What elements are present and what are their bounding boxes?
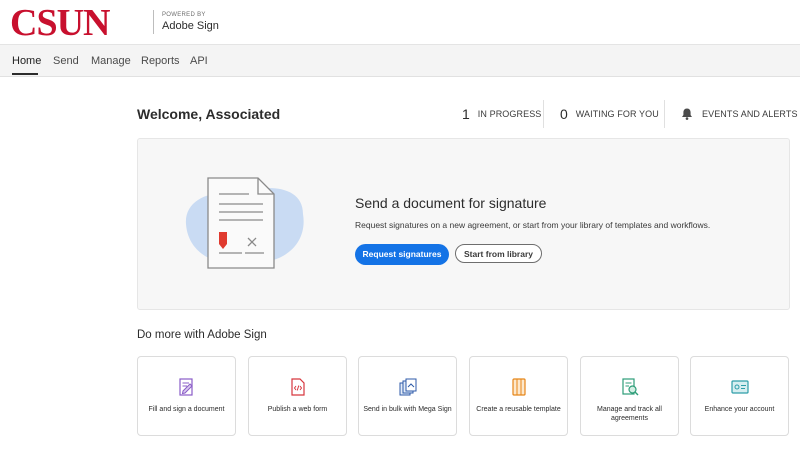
tile-label: Enhance your account: [704, 406, 775, 413]
events-alerts-stat[interactable]: EVENTS AND ALERTS: [680, 104, 798, 124]
waiting-count: 0: [560, 106, 568, 122]
waiting-for-you-stat[interactable]: 0 WAITING FOR YOU: [560, 104, 659, 124]
stat-divider: [543, 100, 544, 128]
app-header: CSUN POWERED BY Adobe Sign: [0, 0, 800, 44]
tile-fill-and-sign[interactable]: Fill and sign a document: [137, 356, 236, 436]
powered-by-label: POWERED BY: [162, 12, 206, 18]
send-card-subtitle: Request signatures on a new agreement, o…: [355, 220, 711, 230]
nav-tab-manage[interactable]: Manage: [91, 55, 131, 67]
mega-sign-icon: [399, 378, 417, 396]
tile-manage-track[interactable]: Manage and track all agreements: [580, 356, 679, 436]
template-icon: [512, 378, 526, 396]
enhance-account-icon: [731, 380, 749, 394]
tile-publish-web-form[interactable]: Publish a web form: [248, 356, 347, 436]
request-signatures-button[interactable]: Request signatures: [355, 244, 449, 265]
tile-label: Send in bulk with Mega Sign: [363, 406, 452, 413]
tile-mega-sign[interactable]: Send in bulk with Mega Sign: [358, 356, 457, 436]
product-name: Adobe Sign: [162, 20, 219, 32]
nav-tab-home[interactable]: Home: [12, 55, 41, 67]
in-progress-count: 1: [462, 106, 470, 122]
active-tab-indicator: [12, 73, 38, 75]
csun-logo[interactable]: CSUN: [10, 1, 110, 45]
nav-tab-reports[interactable]: Reports: [141, 55, 180, 67]
track-agreements-icon: [622, 378, 639, 396]
logo-divider: [153, 10, 154, 34]
start-from-library-button[interactable]: Start from library: [455, 244, 542, 263]
send-document-card: Send a document for signature Request si…: [137, 138, 790, 310]
tile-label: Manage and track all agreements: [597, 406, 662, 422]
tile-create-template[interactable]: Create a reusable template: [469, 356, 568, 436]
tile-label: Create a reusable template: [476, 406, 561, 413]
nav-tab-api[interactable]: API: [190, 55, 208, 67]
stat-divider: [664, 100, 665, 128]
in-progress-stat[interactable]: 1 IN PROGRESS: [462, 104, 541, 124]
events-alerts-label: EVENTS AND ALERTS: [702, 109, 798, 119]
send-card-title: Send a document for signature: [355, 195, 547, 211]
main-nav: Home Send Manage Reports API: [0, 44, 800, 77]
fill-sign-icon: [179, 378, 193, 396]
do-more-title: Do more with Adobe Sign: [137, 329, 267, 341]
welcome-title: Welcome, Associated: [137, 106, 281, 122]
bell-icon: [682, 108, 692, 120]
tile-label: Publish a web form: [267, 406, 328, 413]
in-progress-label: IN PROGRESS: [477, 109, 542, 119]
document-signature-illustration: [185, 177, 304, 269]
web-form-icon: [291, 378, 305, 396]
nav-tab-send[interactable]: Send: [53, 55, 79, 67]
waiting-label: WAITING FOR YOU: [575, 109, 659, 119]
tile-label: Fill and sign a document: [148, 406, 225, 413]
tile-enhance-account[interactable]: Enhance your account: [690, 356, 789, 436]
